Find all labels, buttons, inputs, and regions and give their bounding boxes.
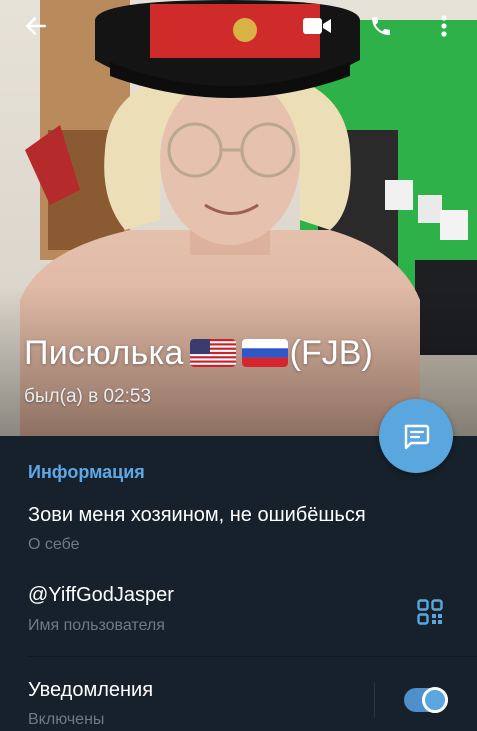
notifications-status: Включены [28,711,105,728]
qr-code-icon [417,599,443,625]
profile-name: Писюлька [24,333,184,372]
message-button[interactable] [379,399,453,473]
us-flag-icon [189,339,236,367]
back-arrow-icon [26,17,46,35]
info-panel: Информация Зови меня хозяином, не ошибёш… [0,436,477,731]
ru-flag-icon [241,339,288,367]
profile-name-row: Писюлька (FJB) [24,330,373,376]
back-button[interactable] [16,6,56,46]
more-button[interactable] [424,6,464,46]
top-bar [0,0,477,52]
notifications-title[interactable]: Уведомления [28,679,153,702]
video-call-button[interactable] [297,6,337,46]
message-icon [404,424,430,450]
profile-name-suffix: (FJB) [289,333,373,372]
profile-header: Писюлька (FJB) был(а) в 02:53 [0,0,477,436]
notifications-toggle[interactable] [404,687,448,713]
username-text[interactable]: @YiffGodJasper [28,584,174,607]
info-section-title: Информация [28,462,145,482]
toggle-knob [422,687,448,713]
vertical-divider [374,683,375,717]
call-button[interactable] [361,6,401,46]
last-seen-status: был(а) в 02:53 [24,386,152,407]
qr-code-button[interactable] [412,594,448,630]
divider [28,656,477,657]
bio-text[interactable]: Зови меня хозяином, не ошибёшься [28,504,366,527]
bio-label: О себе [28,536,80,553]
more-vertical-icon [441,15,447,37]
username-label: Имя пользователя [28,617,165,634]
video-call-icon [303,18,331,34]
phone-icon [372,17,390,35]
